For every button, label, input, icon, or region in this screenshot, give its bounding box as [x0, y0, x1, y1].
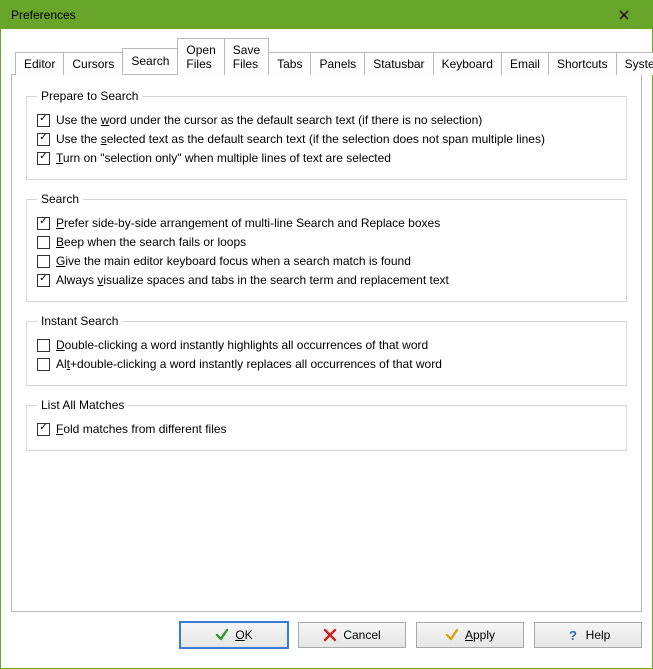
- checkbox-instant-0[interactable]: [37, 339, 50, 352]
- check-icon: [215, 628, 229, 642]
- checkbox-label-search-0[interactable]: Prefer side-by-side arrangement of multi…: [56, 215, 440, 231]
- checkbox-label-prepare-2[interactable]: Turn on "selection only" when multiple l…: [56, 150, 391, 166]
- option-search-2: Give the main editor keyboard focus when…: [37, 253, 616, 269]
- checkbox-label-instant-1[interactable]: Alt+double-clicking a word instantly rep…: [56, 356, 442, 372]
- option-search-0: Prefer side-by-side arrangement of multi…: [37, 215, 616, 231]
- option-prepare-1: Use the selected text as the default sea…: [37, 131, 616, 147]
- checkbox-search-1[interactable]: [37, 236, 50, 249]
- checkbox-listall-0[interactable]: [37, 423, 50, 436]
- group-prepare: Prepare to Search Use the word under the …: [26, 89, 627, 180]
- option-listall-0: Fold matches from different files: [37, 421, 616, 437]
- option-search-3: Always visualize spaces and tabs in the …: [37, 272, 616, 288]
- apply-button[interactable]: Apply: [416, 622, 524, 648]
- svg-text:?: ?: [569, 628, 577, 642]
- checkbox-label-search-2[interactable]: Give the main editor keyboard focus when…: [56, 253, 411, 269]
- checkbox-label-prepare-0[interactable]: Use the word under the cursor as the def…: [56, 112, 482, 128]
- checkbox-label-prepare-1[interactable]: Use the selected text as the default sea…: [56, 131, 545, 147]
- tabstrip: EditorCursorsSearchOpen FilesSave FilesT…: [15, 37, 642, 74]
- close-button[interactable]: [604, 1, 644, 29]
- tab-open-files[interactable]: Open Files: [177, 38, 224, 75]
- tab-pane-search: Prepare to Search Use the word under the …: [11, 74, 642, 612]
- tab-panels[interactable]: Panels: [310, 52, 365, 75]
- option-prepare-0: Use the word under the cursor as the def…: [37, 112, 616, 128]
- cancel-icon: [323, 628, 337, 642]
- help-icon: ?: [566, 628, 580, 642]
- checkbox-label-search-1[interactable]: Beep when the search fails or loops: [56, 234, 246, 250]
- group-listall: List All Matches Fold matches from differ…: [26, 398, 627, 451]
- cancel-label: Cancel: [343, 628, 380, 642]
- tab-email[interactable]: Email: [501, 52, 549, 75]
- apply-icon: [445, 628, 459, 642]
- option-instant-0: Double-clicking a word instantly highlig…: [37, 337, 616, 353]
- group-search-legend: Search: [37, 192, 83, 206]
- button-bar: OK Cancel Apply ? Help: [11, 612, 642, 658]
- checkbox-instant-1[interactable]: [37, 358, 50, 371]
- window-title: Preferences: [11, 8, 76, 22]
- checkbox-search-0[interactable]: [37, 217, 50, 230]
- checkbox-label-instant-0[interactable]: Double-clicking a word instantly highlig…: [56, 337, 428, 353]
- tab-cursors[interactable]: Cursors: [63, 52, 123, 75]
- group-prepare-legend: Prepare to Search: [37, 89, 142, 103]
- group-instant: Instant Search Double-clicking a word ins…: [26, 314, 627, 386]
- ok-button[interactable]: OK: [180, 622, 288, 648]
- option-search-1: Beep when the search fails or loops: [37, 234, 616, 250]
- tab-shortcuts[interactable]: Shortcuts: [548, 52, 617, 75]
- group-listall-legend: List All Matches: [37, 398, 128, 412]
- checkbox-search-3[interactable]: [37, 274, 50, 287]
- group-instant-legend: Instant Search: [37, 314, 122, 328]
- option-instant-1: Alt+double-clicking a word instantly rep…: [37, 356, 616, 372]
- tab-tabs[interactable]: Tabs: [268, 52, 311, 75]
- titlebar: Preferences: [1, 1, 652, 29]
- close-icon: [619, 10, 629, 20]
- help-button[interactable]: ? Help: [534, 622, 642, 648]
- checkbox-label-listall-0[interactable]: Fold matches from different files: [56, 421, 227, 437]
- checkbox-search-2[interactable]: [37, 255, 50, 268]
- tab-editor[interactable]: Editor: [15, 52, 64, 75]
- help-label: Help: [586, 628, 611, 642]
- tab-system[interactable]: System: [616, 52, 653, 75]
- group-search: Search Prefer side-by-side arrangement of…: [26, 192, 627, 302]
- ok-label: OK: [235, 628, 252, 642]
- tab-search[interactable]: Search: [122, 48, 178, 74]
- checkbox-label-search-3[interactable]: Always visualize spaces and tabs in the …: [56, 272, 449, 288]
- cancel-button[interactable]: Cancel: [298, 622, 406, 648]
- tab-save-files[interactable]: Save Files: [224, 38, 269, 75]
- option-prepare-2: Turn on "selection only" when multiple l…: [37, 150, 616, 166]
- checkbox-prepare-0[interactable]: [37, 114, 50, 127]
- tab-keyboard[interactable]: Keyboard: [433, 52, 502, 75]
- tab-statusbar[interactable]: Statusbar: [364, 52, 433, 75]
- checkbox-prepare-2[interactable]: [37, 152, 50, 165]
- apply-label: Apply: [465, 628, 495, 642]
- checkbox-prepare-1[interactable]: [37, 133, 50, 146]
